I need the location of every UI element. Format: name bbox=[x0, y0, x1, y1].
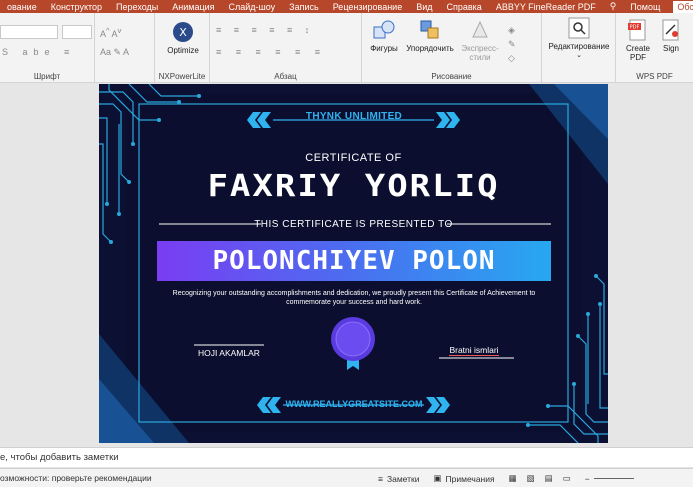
tab-help[interactable]: Справка bbox=[440, 2, 489, 12]
tab-review[interactable]: Рецензирование bbox=[326, 2, 410, 12]
svg-text:X: X bbox=[179, 26, 187, 39]
comment-icon: ▣ bbox=[433, 473, 442, 483]
create-pdf-button[interactable]: PDF Create PDF bbox=[620, 19, 656, 62]
comments-button-label: Примечания bbox=[445, 473, 495, 484]
optimize-icon: X bbox=[173, 22, 193, 42]
shapes-icon bbox=[373, 20, 395, 39]
zoom-track[interactable] bbox=[593, 478, 634, 479]
express-styles-button[interactable]: Экспресс-стили bbox=[458, 19, 502, 62]
increase-font-icon[interactable]: A^ Av bbox=[100, 26, 121, 39]
taskbar-strip bbox=[0, 487, 693, 495]
tab-designer[interactable]: Конструктор bbox=[44, 2, 109, 12]
font-format-buttons[interactable]: S abe ≡ bbox=[2, 47, 75, 57]
tab-help-assistant[interactable]: Помощ bbox=[623, 2, 667, 12]
share-button[interactable]: Обс bbox=[673, 0, 693, 13]
group-drawing: Фигуры Упорядочить Экспресс-стили ◈ ✎ ◇ Ри… bbox=[362, 13, 542, 83]
arrange-label: Упорядочить bbox=[406, 44, 454, 53]
tab-record[interactable]: Запись bbox=[282, 2, 326, 12]
tab-slideshow[interactable]: Слайд-шоу bbox=[222, 2, 283, 12]
certificate-description: Recognizing your outstanding accomplishm… bbox=[172, 290, 536, 306]
group-label-nxpowerlite: NXPowerLite bbox=[158, 72, 206, 81]
group-font: S abe ≡ Шрифт bbox=[0, 13, 95, 83]
group-nxpowerlite: X Optimize NXPowerLite bbox=[155, 13, 210, 83]
notes-pane[interactable]: е, чтобы добавить заметки bbox=[0, 447, 693, 467]
comments-button[interactable]: ▣ Примечания bbox=[433, 473, 494, 484]
pdf-icon: PDF bbox=[628, 19, 646, 41]
sign-button[interactable]: Sign bbox=[656, 19, 686, 53]
group-label-font: Шрифт bbox=[33, 72, 61, 81]
ribbon: S abe ≡ Шрифт A^ Av Aa ✎ A X Optimize NX… bbox=[0, 13, 693, 83]
recipient-band: POLONCHIYEV POLON bbox=[157, 241, 551, 281]
notes-button[interactable]: ≡ Заметки bbox=[378, 473, 419, 484]
sorter-view-icon[interactable]: ▧ bbox=[527, 473, 535, 484]
accessibility-status[interactable]: озможности: проверьте рекомендации bbox=[0, 473, 152, 483]
signer-left-name: HOJI AKAMLAR bbox=[198, 348, 260, 358]
notes-icon: ≡ bbox=[378, 473, 383, 484]
group-font-size: A^ Av Aa ✎ A bbox=[95, 13, 155, 83]
certificate-of-label: CERTIFICATE OF bbox=[305, 152, 402, 164]
list-buttons[interactable]: ≡ ≡ ≡ ≡ ≡ ↕ bbox=[216, 25, 314, 35]
ribbon-tabs: ование Конструктор Переходы Анимация Сла… bbox=[0, 0, 693, 13]
chevron-down-icon: ⌄ bbox=[576, 52, 582, 59]
sign-icon bbox=[662, 19, 679, 41]
shapes-button[interactable]: Фигуры bbox=[366, 19, 402, 53]
powerpoint-window: ование Конструктор Переходы Анимация Сла… bbox=[0, 0, 693, 495]
certificate-title: FAXRIY YORLIQ bbox=[207, 168, 500, 204]
sign-label: Sign bbox=[662, 44, 679, 53]
svg-text:PDF: PDF bbox=[630, 25, 640, 31]
optimize-label: Optimize bbox=[167, 46, 199, 55]
arrange-button[interactable]: Упорядочить bbox=[404, 19, 456, 53]
slideshow-view-icon[interactable]: ▭ bbox=[563, 473, 571, 484]
signer-right-name: Bratni ismlari bbox=[439, 345, 509, 356]
editing-label: Редактирование bbox=[548, 42, 610, 51]
tab-transitions[interactable]: Переходы bbox=[109, 2, 165, 12]
shapes-label: Фигуры bbox=[370, 44, 398, 53]
font-name-field[interactable] bbox=[0, 25, 58, 39]
group-label-drawing: Рисование bbox=[431, 72, 472, 81]
recipient-name: POLONCHIYEV POLON bbox=[212, 246, 496, 276]
tab-abbyy[interactable]: ABBYY FineReader PDF bbox=[489, 2, 603, 12]
font-size-field[interactable] bbox=[62, 25, 92, 39]
editing-button[interactable]: Редактирование ⌄ bbox=[544, 17, 614, 60]
lightbulb-icon[interactable]: ⚲ bbox=[603, 1, 624, 12]
normal-view-icon[interactable]: ▦ bbox=[509, 473, 517, 484]
group-label-wps-pdf: WPS PDF bbox=[636, 72, 673, 81]
create-pdf-label: Create PDF bbox=[625, 44, 650, 62]
group-wps-pdf: PDF Create PDF Sign WPS PDF bbox=[616, 13, 693, 83]
tab-view[interactable]: Вид bbox=[409, 2, 439, 12]
shape-fill-outline-icons[interactable]: ◈ ✎ ◇ bbox=[508, 23, 516, 65]
express-styles-label: Экспресс-стили bbox=[461, 44, 499, 62]
optimize-button[interactable]: X Optimize bbox=[159, 21, 207, 55]
zoom-out-icon[interactable]: − bbox=[585, 474, 590, 484]
tab-design-partial[interactable]: ование bbox=[0, 2, 44, 12]
tab-animation[interactable]: Анимация bbox=[165, 2, 221, 12]
group-editing: Редактирование ⌄ bbox=[542, 13, 616, 83]
font-color-icon[interactable]: Aa ✎ A bbox=[100, 47, 129, 58]
certificate-slide[interactable]: THYNK UNLIMITED CERTIFICATE OF FAXRIY YO… bbox=[99, 84, 608, 443]
signer-right-label: Bratni ismlari bbox=[449, 345, 499, 356]
group-paragraph: ≡ ≡ ≡ ≡ ≡ ↕ ≡ ≡ ≡ ≡ ≡ ≡ Абзац bbox=[210, 13, 362, 83]
notes-button-label: Заметки bbox=[386, 473, 420, 484]
status-bar: озможности: проверьте рекомендации ≡ Заме… bbox=[0, 468, 693, 487]
presented-to-label: THIS CERTIFICATE IS PRESENTED TO bbox=[254, 219, 453, 230]
express-styles-icon bbox=[472, 20, 488, 38]
arrange-icon bbox=[420, 20, 439, 39]
reading-view-icon[interactable]: ▤ bbox=[545, 473, 553, 484]
search-icon bbox=[568, 17, 590, 39]
brand-name: THYNK UNLIMITED bbox=[305, 111, 403, 122]
zoom-slider[interactable]: − bbox=[585, 473, 634, 484]
group-label-paragraph: Абзац bbox=[274, 72, 297, 81]
align-buttons[interactable]: ≡ ≡ ≡ ≡ ≡ ≡ bbox=[216, 47, 326, 57]
view-buttons[interactable]: ▦ ▧ ▤ ▭ bbox=[509, 473, 571, 484]
notes-placeholder: е, чтобы добавить заметки bbox=[0, 452, 119, 463]
website-url: WWW.REALLYGREATSITE.COM bbox=[285, 399, 423, 409]
